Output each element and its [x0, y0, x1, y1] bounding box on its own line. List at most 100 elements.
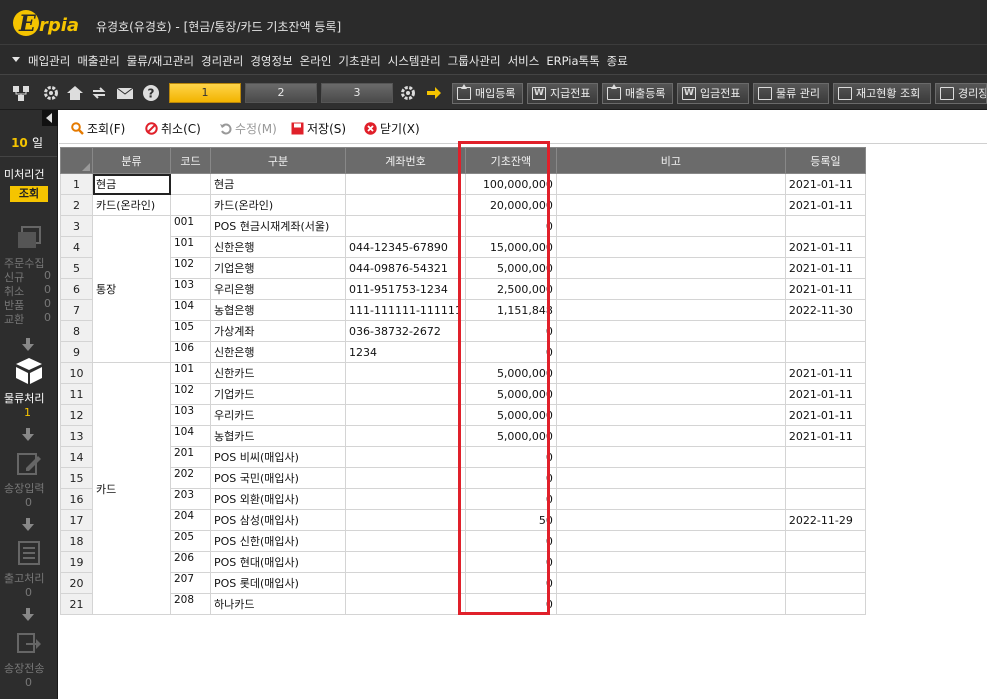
cell-reg-date[interactable] — [784, 446, 866, 468]
invoice-send-label[interactable]: 송장전송 — [4, 660, 44, 676]
cell-opening-balance[interactable]: 50 — [464, 509, 557, 531]
cell-account[interactable]: 044-09876-54321 — [345, 257, 466, 279]
cancel-button[interactable]: 취소(C) — [145, 120, 201, 137]
cell-opening-balance[interactable]: 0 — [464, 488, 557, 510]
cell-reg-date[interactable] — [784, 551, 866, 573]
cell-opening-balance[interactable]: 5,000,000 — [464, 257, 557, 279]
menu-item-sales[interactable]: 매출관리 — [77, 53, 119, 69]
table-row[interactable]: 3 통장 001 POS 현금시재계좌(서울) 0 — [60, 215, 866, 363]
cell-code[interactable]: 206 — [170, 551, 211, 573]
cell-memo[interactable] — [555, 194, 786, 216]
logistics-label[interactable]: 물류처리 — [4, 390, 44, 406]
cell-reg-date[interactable] — [784, 488, 866, 510]
cell-reg-date[interactable] — [784, 467, 866, 489]
gear-icon[interactable] — [42, 84, 60, 102]
cell-name[interactable]: 가상계좌 — [210, 320, 346, 342]
save-button[interactable]: 저장(S) — [291, 120, 346, 137]
table-row[interactable]: 14 201 POS 비씨(매입사) 0 — [60, 446, 866, 468]
cell-category[interactable]: 카드(온라인) — [92, 194, 171, 216]
quick-sales-register-button[interactable]: 매출등록 — [602, 83, 673, 104]
cell-code[interactable]: 203 — [170, 488, 211, 510]
cell-opening-balance[interactable]: 5,000,000 — [464, 383, 557, 405]
table-row[interactable]: 15 202 POS 국민(매입사) 0 — [60, 467, 866, 489]
modify-button[interactable]: 수정(M) — [219, 120, 277, 137]
cell-memo[interactable] — [555, 362, 786, 384]
cell-account[interactable] — [345, 425, 466, 447]
cell-memo[interactable] — [555, 509, 786, 531]
cell-code[interactable]: 106 — [170, 341, 211, 363]
search-button[interactable]: 조회(F) — [71, 120, 125, 137]
cell-account[interactable] — [345, 404, 466, 426]
page-tab-1[interactable]: 1 — [169, 83, 241, 103]
cell-account[interactable] — [345, 173, 466, 195]
cell-memo[interactable] — [555, 320, 786, 342]
cell-reg-date[interactable]: 2022-11-30 — [784, 299, 866, 321]
cell-account[interactable] — [345, 446, 466, 468]
col-header-reg-date[interactable]: 등록일 — [784, 147, 866, 174]
cell-opening-balance[interactable]: 5,000,000 — [464, 404, 557, 426]
quick-logistics-button[interactable]: 물류 관리 — [753, 83, 829, 104]
menu-item-purchase[interactable]: 매입관리 — [28, 53, 70, 69]
invoice-input-label[interactable]: 송장입력 — [4, 480, 44, 496]
cell-opening-balance[interactable]: 0 — [464, 572, 557, 594]
cell-name[interactable]: 기업은행 — [210, 257, 346, 279]
cell-name[interactable]: 농협은행 — [210, 299, 346, 321]
cell-name[interactable]: POS 롯데(매입사) — [210, 572, 346, 594]
cell-memo[interactable] — [555, 299, 786, 321]
cell-opening-balance[interactable]: 5,000,000 — [464, 425, 557, 447]
cell-name[interactable]: 신한은행 — [210, 341, 346, 363]
menu-caret-icon[interactable] — [12, 57, 20, 62]
sidebar-collapse-icon[interactable] — [42, 110, 58, 126]
cell-name[interactable]: 우리카드 — [210, 404, 346, 426]
cell-opening-balance[interactable]: 0 — [464, 341, 557, 363]
cell-code[interactable]: 205 — [170, 530, 211, 552]
table-row[interactable]: 9 106 신한은행 1234 0 — [60, 341, 866, 363]
cell-code[interactable]: 102 — [170, 257, 211, 279]
cell-memo[interactable] — [555, 446, 786, 468]
cell-reg-date[interactable]: 2021-01-11 — [784, 257, 866, 279]
cell-reg-date[interactable] — [784, 341, 866, 363]
cell-opening-balance[interactable]: 0 — [464, 320, 557, 342]
cell-opening-balance[interactable]: 5,000,000 — [464, 362, 557, 384]
cell-name[interactable]: POS 신한(매입사) — [210, 530, 346, 552]
cell-name[interactable]: 신한은행 — [210, 236, 346, 258]
table-row[interactable]: 1 현금 현금 100,000,000 2021-01-11 — [60, 173, 866, 195]
cell-opening-balance[interactable]: 20,000,000 — [464, 194, 557, 216]
cell-memo[interactable] — [555, 215, 786, 237]
menu-item-service[interactable]: 서비스 — [508, 53, 540, 69]
cell-opening-balance[interactable]: 0 — [464, 530, 557, 552]
cell-code[interactable]: 103 — [170, 278, 211, 300]
table-row[interactable]: 17 204 POS 삼성(매입사) 50 2022-11-29 — [60, 509, 866, 531]
cell-reg-date[interactable] — [784, 530, 866, 552]
cell-code[interactable]: 208 — [170, 593, 211, 615]
table-row[interactable]: 11 102 기업카드 5,000,000 2021-01-11 — [60, 383, 866, 405]
cell-account[interactable]: 044-12345-67890 — [345, 236, 466, 258]
help-icon[interactable]: ? — [142, 84, 160, 102]
cell-memo[interactable] — [555, 593, 786, 615]
cell-opening-balance[interactable]: 2,500,000 — [464, 278, 557, 300]
cell-memo[interactable] — [555, 278, 786, 300]
cell-code[interactable]: 102 — [170, 383, 211, 405]
page-tab-3[interactable]: 3 — [321, 83, 393, 103]
cell-account[interactable] — [345, 362, 466, 384]
table-row[interactable]: 10 카드 101 신한카드 5,000,000 2021-01-11 — [60, 362, 866, 615]
col-header-code[interactable]: 코드 — [170, 147, 211, 174]
cell-code[interactable]: 202 — [170, 467, 211, 489]
table-row[interactable]: 16 203 POS 외환(매입사) 0 — [60, 488, 866, 510]
corner-header[interactable] — [60, 147, 93, 174]
cell-account[interactable]: 111-111111-111111 — [345, 299, 466, 321]
cell-name[interactable]: 우리은행 — [210, 278, 346, 300]
close-button[interactable]: 닫기(X) — [364, 120, 420, 137]
menu-item-basic[interactable]: 기초관리 — [338, 53, 380, 69]
table-row[interactable]: 21 208 하나카드 0 — [60, 593, 866, 615]
cell-account[interactable]: 036-38732-2672 — [345, 320, 466, 342]
cell-memo[interactable] — [555, 236, 786, 258]
cell-code[interactable] — [170, 194, 211, 216]
cell-name[interactable]: 농협카드 — [210, 425, 346, 447]
cell-opening-balance[interactable]: 0 — [464, 551, 557, 573]
table-row[interactable]: 8 105 가상계좌 036-38732-2672 0 — [60, 320, 866, 342]
col-header-memo[interactable]: 비고 — [555, 147, 786, 174]
cell-code[interactable]: 103 — [170, 404, 211, 426]
cell-memo[interactable] — [555, 404, 786, 426]
cell-code[interactable]: 104 — [170, 299, 211, 321]
